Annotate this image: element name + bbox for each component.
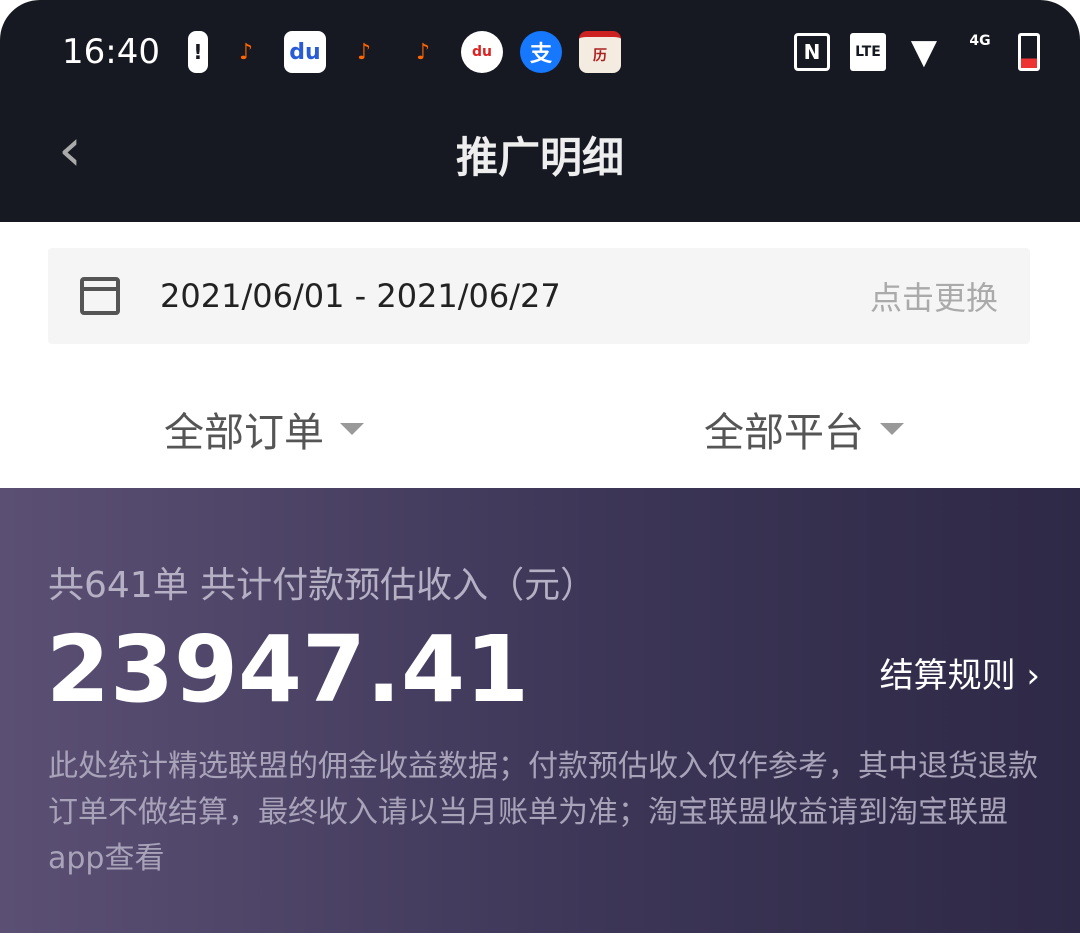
baidu-icon: du [283,31,326,73]
settlement-rules-label: 结算规则 [879,656,1016,696]
platform-filter-label: 全部平台 [704,410,864,456]
volte-icon: LTE [850,33,886,71]
summary-heading: 共641单 共计付款预估收入（元） [48,565,597,606]
date-range-picker[interactable]: 2021/06/01 - 2021/06/27 点击更换 [48,248,1030,344]
platform-filter-dropdown[interactable]: 全部平台 [704,400,904,458]
summary-card: 共641单 共计付款预估收入（元） 23947.41 结算规则 › 此处统计精选… [0,488,1080,933]
douyin-icon: ♪ [238,39,253,65]
calendar-app-icon: 历 [578,31,621,73]
battery-icon [1018,33,1040,71]
caret-down-icon [340,423,364,435]
page-title: 推广明细 [455,133,624,182]
baidu-map-icon: du [460,31,503,73]
alipay-icon: 支 [519,31,562,73]
douyin-icon: ♪ [356,39,371,65]
order-filter-dropdown[interactable]: 全部订单 [164,400,364,458]
settlement-rules-link[interactable]: 结算规则 › [880,648,1040,697]
summary-note: 此处统计精选联盟的佣金收益数据；付款预估收入仅作参考，其中退货退款订单不做结算，… [48,749,1038,876]
caret-down-icon [880,423,904,435]
battery-alert-icon: ! [187,31,208,73]
income-amount: 23947.41 [46,616,530,723]
change-date-button[interactable]: 点击更换 [870,273,998,319]
order-filter-label: 全部订单 [164,410,324,456]
status-time: 16:40 [62,32,160,72]
nfc-icon: N [794,33,830,71]
douyin-icon: ♪ [415,39,430,65]
top-bar: 16:40 ! ♪ du ♪ ♪ du 支 历 N LTE ▼ 4G ‹ 推广明… [0,0,1080,222]
signal-4g-icon: 4G [969,33,991,49]
chevron-right-icon: › [1026,656,1040,696]
date-range-value: 2021/06/01 - 2021/06/27 [160,277,561,315]
status-bar: 16:40 ! ♪ du ♪ ♪ du 支 历 N LTE ▼ 4G [62,28,1040,76]
wifi-icon: ▼ [910,32,938,72]
calendar-icon [80,277,120,315]
